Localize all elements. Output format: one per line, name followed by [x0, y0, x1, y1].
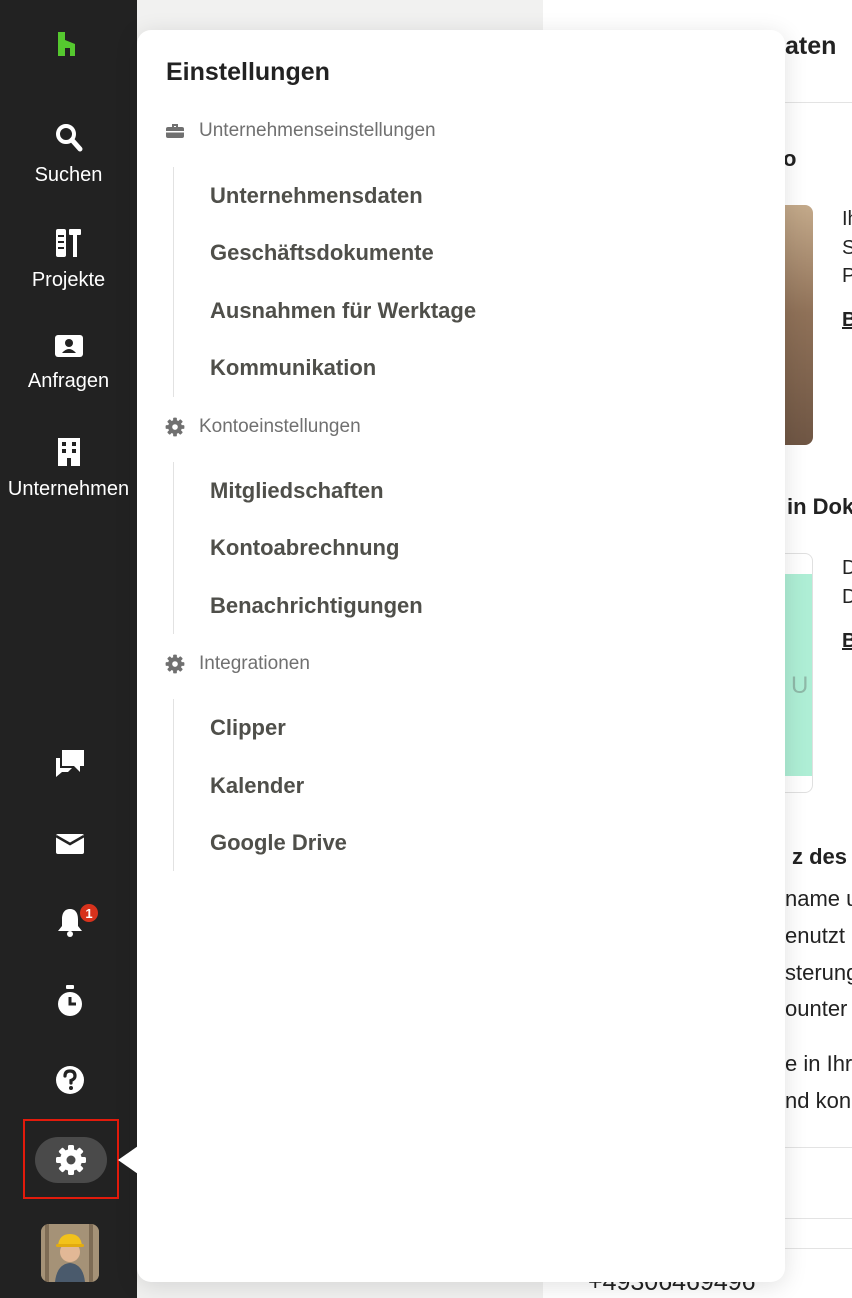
- menu-item-calendar[interactable]: Kalender: [210, 773, 304, 799]
- app-sidebar: Suchen Projekte Anfragen Unternehmen 1: [0, 0, 137, 1298]
- document-glyph: U: [791, 672, 809, 699]
- menu-item-clipper[interactable]: Clipper: [210, 715, 286, 741]
- background-link[interactable]: B: [842, 309, 852, 332]
- nav-label: Suchen: [34, 164, 103, 186]
- group-heading-company-settings: Unternehmenseinstellungen: [165, 118, 436, 144]
- time-tracking-button[interactable]: [52, 983, 88, 1019]
- group-heading-label: Kontoeinstellungen: [199, 416, 361, 437]
- nav-label: Unternehmen: [7, 478, 130, 500]
- nav-item-requests[interactable]: Anfragen: [0, 332, 137, 393]
- tools-icon: [55, 229, 81, 257]
- menu-item-memberships[interactable]: Mitgliedschaften: [210, 478, 384, 504]
- background-section-heading: in Dok: [787, 494, 852, 519]
- group-divider-line: [173, 699, 174, 871]
- background-link[interactable]: B: [842, 630, 852, 653]
- search-icon: [55, 124, 82, 152]
- menu-item-company-data[interactable]: Unternehmensdaten: [210, 183, 423, 209]
- divider: [785, 1248, 852, 1249]
- inbox-button[interactable]: [52, 826, 88, 862]
- chat-icon: [56, 750, 84, 777]
- menu-item-workday-exceptions[interactable]: Ausnahmen für Werktage: [210, 298, 476, 324]
- menu-item-notifications[interactable]: Benachrichtigungen: [210, 593, 423, 619]
- background-text: D: [842, 586, 852, 608]
- gear-icon: [165, 654, 185, 674]
- group-heading-label: Unternehmenseinstellungen: [199, 120, 436, 141]
- background-paragraph-line: e in Ihr: [785, 1051, 852, 1076]
- user-avatar[interactable]: [41, 1224, 99, 1282]
- nav-label: Anfragen: [27, 370, 110, 392]
- help-button[interactable]: [52, 1062, 88, 1098]
- flyout-pointer: [118, 1146, 138, 1174]
- nav-item-projects[interactable]: Projekte: [0, 227, 137, 292]
- background-paragraph-line: sterung: [785, 960, 852, 985]
- flyout-title: Einstellungen: [166, 58, 330, 86]
- settings-button[interactable]: [35, 1137, 107, 1183]
- gear-icon: [56, 1145, 86, 1175]
- group-divider-line: [173, 462, 174, 634]
- help-icon: [56, 1066, 84, 1094]
- background-paragraph-line: enutzt: [785, 923, 845, 948]
- menu-item-google-drive[interactable]: Google Drive: [210, 830, 347, 856]
- background-paragraph-line: name u: [785, 886, 852, 911]
- menu-item-account-billing[interactable]: Kontoabrechnung: [210, 535, 399, 561]
- background-text: S: [842, 237, 852, 259]
- divider: [785, 1218, 852, 1219]
- mail-icon: [55, 834, 85, 854]
- background-text: D: [842, 557, 852, 579]
- background-text: P: [842, 265, 852, 287]
- app-logo-icon[interactable]: [56, 30, 84, 58]
- contact-card-icon: [54, 335, 83, 357]
- divider: [785, 1147, 852, 1148]
- nav-item-search[interactable]: Suchen: [0, 122, 137, 187]
- nav-item-company[interactable]: Unternehmen: [0, 436, 137, 501]
- group-heading-integrations: Integrationen: [165, 651, 310, 677]
- settings-flyout: Einstellungen Unternehmenseinstellungen …: [137, 30, 785, 1282]
- divider: [785, 102, 852, 103]
- background-paragraph-line: nd kon: [785, 1088, 852, 1113]
- nav-label: Projekte: [31, 269, 106, 291]
- messages-button[interactable]: [52, 745, 88, 781]
- background-section-heading: z des U: [792, 844, 852, 869]
- briefcase-icon: [166, 124, 184, 138]
- background-page-title: aten: [785, 32, 837, 60]
- gear-icon: [165, 417, 185, 437]
- user-photo: [41, 1224, 99, 1282]
- building-icon: [57, 438, 80, 466]
- settings-highlight: [23, 1119, 119, 1199]
- group-heading-account-settings: Kontoeinstellungen: [165, 414, 361, 440]
- menu-item-business-documents[interactable]: Geschäftsdokumente: [210, 240, 434, 266]
- notification-badge: 1: [78, 902, 100, 924]
- group-heading-label: Integrationen: [199, 653, 310, 674]
- background-section-heading: o: [783, 146, 797, 171]
- stopwatch-icon: [58, 985, 82, 1016]
- menu-item-communication[interactable]: Kommunikation: [210, 355, 376, 381]
- group-divider-line: [173, 167, 174, 397]
- background-text: Ih: [842, 208, 852, 230]
- background-paragraph-line: ounter: [785, 996, 848, 1021]
